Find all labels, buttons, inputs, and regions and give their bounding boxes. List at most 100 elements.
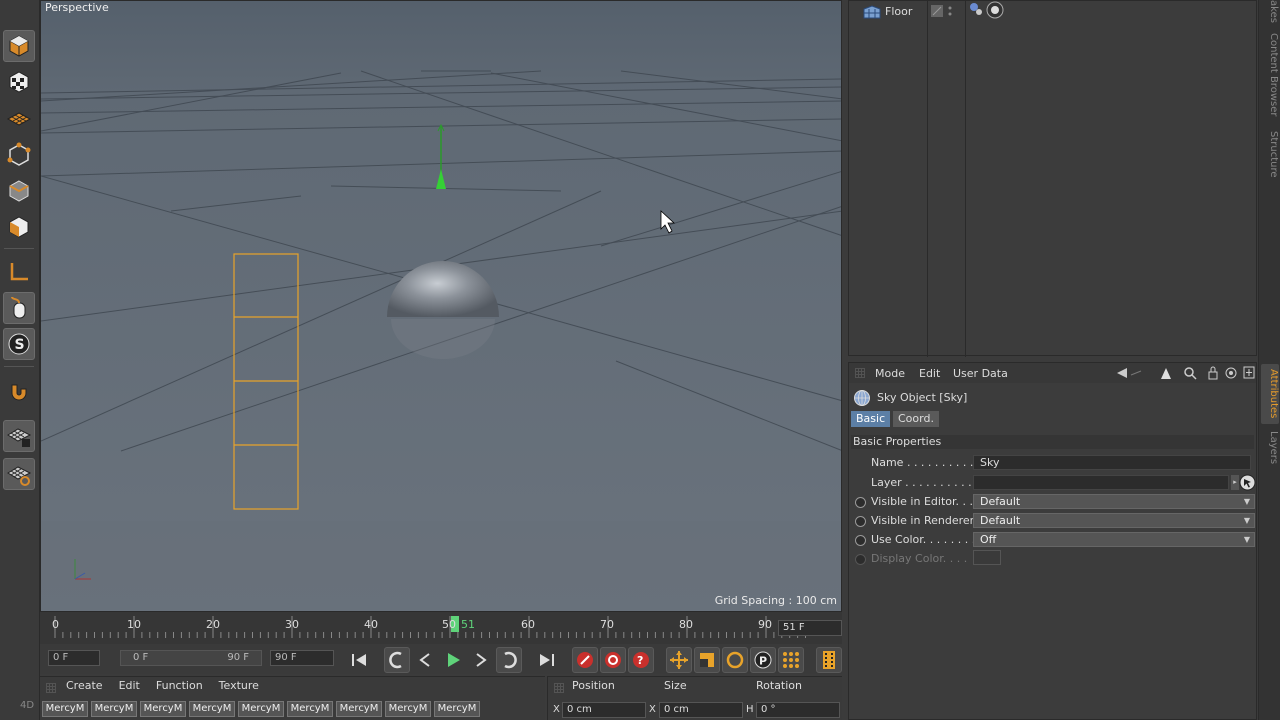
layer-field[interactable] [973,475,1229,490]
menu-create[interactable]: Create [66,679,103,692]
keyframe-selection-icon: ? [633,652,649,668]
workplane-lock-icon [7,428,32,447]
prev-frame-button[interactable] [412,647,438,673]
material-swatch[interactable]: MercyM [238,701,284,717]
name-field[interactable]: Sky [973,455,1251,470]
record-position-button[interactable] [666,647,692,673]
menu-texture[interactable]: Texture [219,679,259,692]
visible-in-renderer-animate-icon[interactable] [855,516,866,527]
timeline-window-button[interactable] [816,647,842,673]
material-swatch[interactable]: MercyM [140,701,186,717]
layer-arrow-icon[interactable]: ▸ [1231,475,1239,490]
toolbar-separator [4,366,34,367]
timeline-tick: 50 [442,618,456,631]
points-mode-button[interactable] [3,138,35,170]
goto-start-button[interactable] [346,647,372,673]
record-point-level-button[interactable] [778,647,804,673]
timeline[interactable]: 0 10 20 30 40 50 51 60 70 80 90 [40,612,842,644]
next-key-button[interactable] [496,647,522,673]
axis-mode-button[interactable] [3,256,35,288]
end-frame-field[interactable]: 90 F [270,650,334,666]
prev-key-button[interactable] [384,647,410,673]
tab-attributes[interactable]: Attributes [1261,364,1279,424]
texture-mode-button[interactable] [3,66,35,98]
tab-layers[interactable]: Layers [1261,430,1279,466]
visible-in-editor-animate-icon[interactable] [855,497,866,508]
panel-grip-icon[interactable] [46,683,56,693]
current-frame-field[interactable]: 51 F [778,620,842,636]
menu-user-data[interactable]: User Data [953,367,1008,380]
tab-content-browser[interactable]: Content Browser [1261,30,1279,120]
x-position-label: X [553,704,560,715]
workplane-lock-button[interactable] [3,420,35,452]
goto-end-icon [540,654,554,666]
material-swatch[interactable]: MercyM [287,701,333,717]
timeline-tick: 0 [52,618,59,631]
record-rotation-button[interactable] [722,647,748,673]
material-swatch[interactable]: MercyM [385,701,431,717]
tab-takes[interactable]: akes [1261,0,1279,23]
model-mode-button[interactable] [3,30,35,62]
pick-object-icon[interactable] [1239,474,1256,491]
tweak-mode-button[interactable] [3,292,35,324]
object-manager: Floor [848,0,1257,357]
viewport-camera-label[interactable]: Perspective [45,1,109,14]
menu-function[interactable]: Function [156,679,203,692]
model-mode-icon [9,35,29,57]
polygons-mode-button[interactable] [3,210,35,242]
workplane-snap-button[interactable] [3,458,35,490]
perspective-viewport[interactable]: Perspective Grid Spacing: 100 cm [40,0,842,612]
rotate-icon [726,651,744,669]
x-position-field[interactable]: 0 cm [562,702,646,718]
menu-edit[interactable]: Edit [919,367,940,380]
material-menu: Create Edit Function Texture [66,679,259,692]
cinema4d-window: S 4D Perspective Grid Spacing: 100 cm 0… [0,0,1280,720]
tab-coord[interactable]: Coord. [893,411,939,427]
magnet-button[interactable] [3,376,35,408]
tab-structure[interactable]: Structure [1261,128,1279,180]
menu-mode[interactable]: Mode [875,367,905,380]
tab-basic[interactable]: Basic [851,411,891,427]
h-rotation-field[interactable]: 0 ° [756,702,840,718]
visible-in-renderer-select[interactable]: Default ▼ [973,513,1255,528]
material-swatch[interactable]: MercyM [336,701,382,717]
points-mode-icon [7,142,31,166]
goto-end-button[interactable] [534,647,560,673]
play-button[interactable] [440,647,466,673]
workplane-mode-button[interactable] [3,102,35,134]
polygons-mode-icon [9,216,29,238]
material-swatch[interactable]: MercyM [434,701,480,717]
panel-grip-icon[interactable] [554,683,564,693]
viewport-scene [41,1,841,611]
autokeying-button[interactable] [600,647,626,673]
texture-mode-icon [9,71,29,93]
record-parameter-button[interactable]: P [750,647,776,673]
record-active-objects-button[interactable] [572,647,598,673]
material-swatch[interactable]: MercyM [91,701,137,717]
material-swatch[interactable]: MercyM [189,701,235,717]
keyframe-selection-button[interactable]: ? [628,647,654,673]
next-frame-button[interactable] [468,647,494,673]
record-scale-button[interactable] [694,647,720,673]
use-color-animate-icon[interactable] [855,535,866,546]
timeline-tick: 20 [206,618,220,631]
start-frame-field[interactable]: 0 F [48,650,100,666]
visible-in-editor-value: Default [980,495,1021,508]
snap-icon: S [8,333,30,355]
material-swatch[interactable]: MercyM [42,701,88,717]
edges-mode-button[interactable] [3,174,35,206]
edges-mode-icon [9,180,29,202]
object-tags-icon[interactable] [969,1,1007,19]
use-color-select[interactable]: Off ▼ [973,532,1255,547]
object-name-floor[interactable]: Floor [885,5,912,18]
visible-in-editor-select[interactable]: Default ▼ [973,494,1255,509]
x-size-field[interactable]: 0 cm [659,702,743,718]
visibility-toggle-icon[interactable] [931,4,957,18]
panel-grip-icon[interactable] [855,368,865,378]
svg-text:S: S [15,337,25,353]
snap-button[interactable]: S [3,328,35,360]
up-arrow-icon [1161,368,1171,379]
menu-edit[interactable]: Edit [119,679,140,692]
timeline-tick: 90 [758,618,772,631]
preview-range-slider[interactable]: 0 F 90 F [120,650,262,666]
